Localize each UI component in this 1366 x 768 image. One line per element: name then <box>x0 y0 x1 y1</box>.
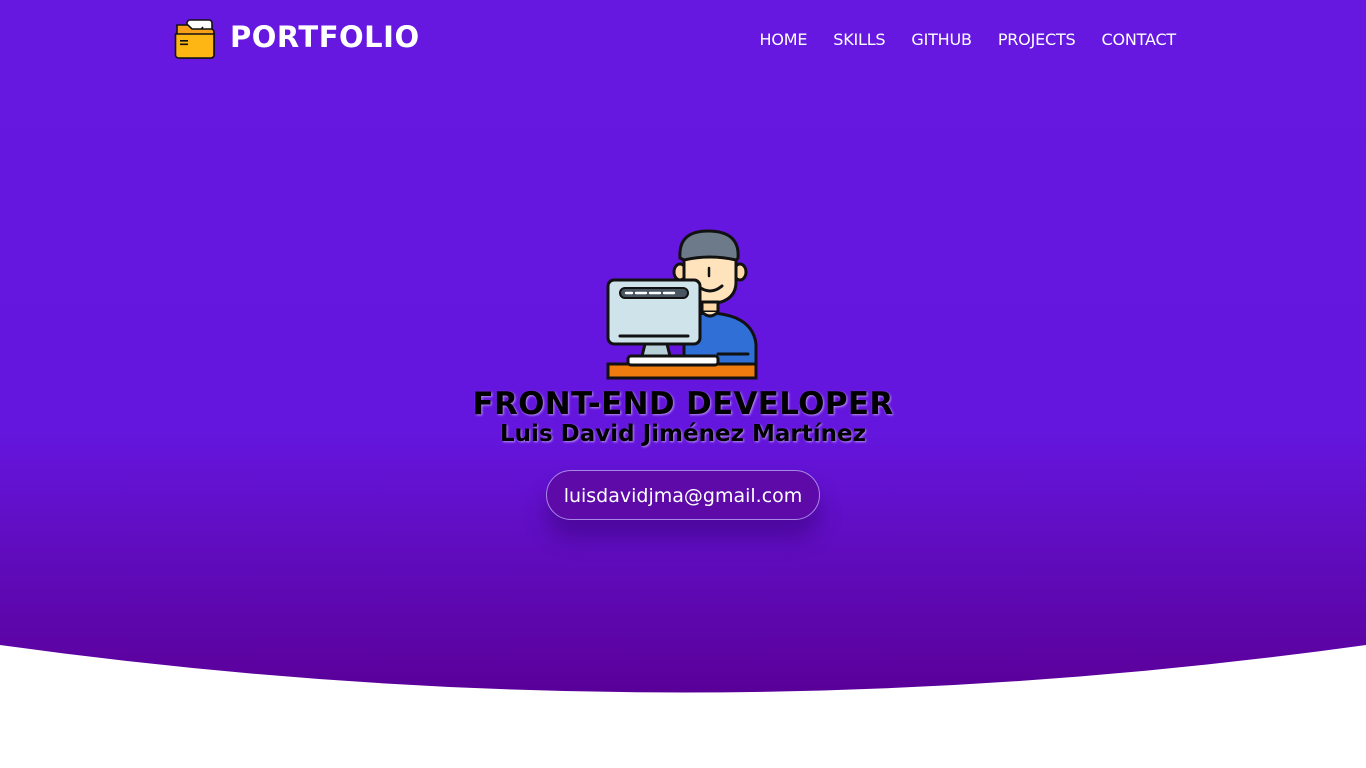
nav-contact[interactable]: CONTACT <box>1102 30 1177 50</box>
role-title: FRONT-END DEVELOPER <box>472 386 894 422</box>
hero-content: FRONT-END DEVELOPER Luis David Jiménez M… <box>0 228 1366 520</box>
folder-icon <box>174 19 215 59</box>
main-nav: HOME SKILLS GITHUB PROJECTS CONTACT <box>759 30 1176 50</box>
nav-skills[interactable]: SKILLS <box>833 30 885 50</box>
nav-projects[interactable]: PROJECTS <box>998 30 1076 50</box>
brand-name: PORTFOLIO <box>230 19 420 54</box>
brand-logo[interactable]: PORTFOLIO <box>174 18 420 60</box>
nav-home[interactable]: HOME <box>759 30 807 50</box>
developer-at-computer-icon <box>606 229 758 380</box>
person-name: Luis David Jiménez Martínez <box>500 421 866 447</box>
nav-github[interactable]: GITHUB <box>911 30 972 50</box>
hero-section: PORTFOLIO HOME SKILLS GITHUB PROJECTS CO… <box>0 0 1366 768</box>
email-button[interactable]: luisdavidjma@gmail.com <box>545 470 821 520</box>
